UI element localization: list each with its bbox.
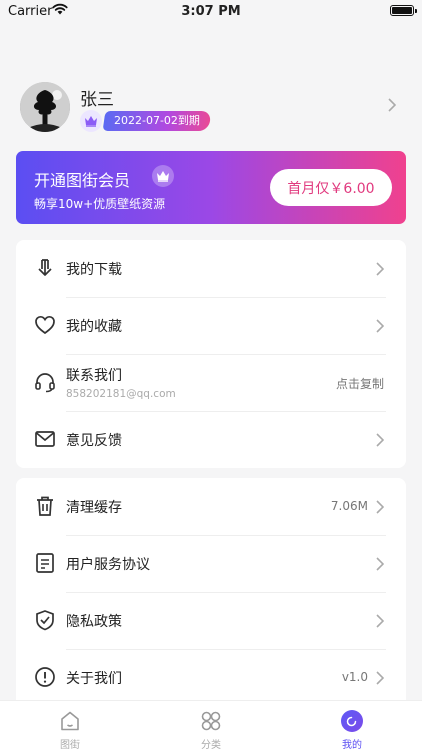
- avatar[interactable]: [20, 82, 70, 132]
- battery-icon: [390, 5, 417, 16]
- copy-link[interactable]: 点击复制: [336, 375, 384, 392]
- menu-item-label: 关于我们: [66, 671, 122, 687]
- home-icon: [61, 711, 79, 731]
- heart-icon: [35, 315, 55, 335]
- status-bar: Carrier 3:07 PM: [0, 0, 422, 24]
- shield-icon: [36, 610, 54, 631]
- trash-icon: [37, 496, 53, 516]
- chevron-right-icon: [376, 319, 384, 333]
- vip-subtitle: 畅享10w+优质壁纸资源: [34, 197, 166, 211]
- menu-item-label: 我的收藏: [66, 319, 122, 335]
- menu-item-label: 清理缓存: [66, 500, 122, 516]
- chevron-right-icon: [388, 98, 396, 112]
- vip-banner[interactable]: 开通图街会员 畅享10w+优质壁纸资源 首月仅￥6.00: [16, 151, 406, 224]
- moon-icon: [341, 710, 363, 732]
- crown-icon: [152, 165, 174, 187]
- document-icon: [36, 553, 54, 573]
- chevron-right-icon: [376, 671, 384, 685]
- menu-card-2: 清理缓存 7.06M 用户服务协议 隐私政策 关于我们 v1.0: [16, 478, 406, 708]
- app-version: v1.0: [341, 670, 368, 684]
- download-icon: [38, 259, 52, 276]
- menu-item-about[interactable]: 关于我们 v1.0: [16, 649, 406, 706]
- tab-home[interactable]: 图街: [0, 701, 140, 750]
- menu-item-label: 用户服务协议: [66, 557, 150, 573]
- cache-size: 7.06M: [330, 499, 368, 513]
- menu-item-label: 意见反馈: [66, 433, 122, 449]
- chevron-right-icon: [376, 433, 384, 447]
- menu-item-clear-cache[interactable]: 清理缓存 7.06M: [16, 478, 406, 535]
- contact-email: 858202181@qq.com: [66, 388, 176, 400]
- menu-item-label: 我的下载: [66, 262, 122, 278]
- username: 张三: [80, 90, 114, 110]
- status-time: 3:07 PM: [181, 4, 241, 19]
- tab-label: 分类: [201, 740, 221, 750]
- tab-bar: 图街 分类 我的: [0, 700, 422, 750]
- menu-item-privacy[interactable]: 隐私政策: [16, 592, 406, 649]
- menu-item-favorites[interactable]: 我的收藏: [16, 297, 406, 354]
- vip-title: 开通图街会员: [34, 171, 131, 190]
- tab-label: 我的: [342, 740, 362, 750]
- menu-item-contact[interactable]: 联系我们 858202181@qq.com 点击复制: [16, 354, 406, 411]
- vip-expiry-badge: 2022-07-02到期: [102, 111, 212, 131]
- mail-icon: [35, 431, 55, 447]
- chevron-right-icon: [376, 500, 384, 514]
- menu-item-feedback[interactable]: 意见反馈: [16, 411, 406, 468]
- grid-icon: [201, 711, 221, 731]
- headset-icon: [35, 373, 55, 393]
- tab-category[interactable]: 分类: [141, 701, 281, 750]
- tab-mine[interactable]: 我的: [282, 701, 422, 750]
- chevron-right-icon: [376, 557, 384, 571]
- tab-label: 图街: [60, 740, 80, 750]
- chevron-right-icon: [376, 614, 384, 628]
- chevron-right-icon: [376, 262, 384, 276]
- menu-item-label: 联系我们: [66, 368, 122, 384]
- menu-item-user-agreement[interactable]: 用户服务协议: [16, 535, 406, 592]
- menu-item-downloads[interactable]: 我的下载: [16, 240, 406, 297]
- info-icon: [35, 667, 55, 687]
- menu-item-label: 隐私政策: [66, 614, 122, 630]
- menu-card-1: 我的下载 我的收藏 联系我们 858202181@qq.com 点击复制 意见反…: [16, 240, 406, 468]
- vip-subscribe-button[interactable]: 首月仅￥6.00: [270, 169, 392, 206]
- profile-header[interactable]: 张三 2022-07-02到期: [20, 82, 402, 138]
- vip-expiry-text: 2022-07-02到期: [114, 114, 200, 127]
- vip-crown-icon: [80, 110, 102, 132]
